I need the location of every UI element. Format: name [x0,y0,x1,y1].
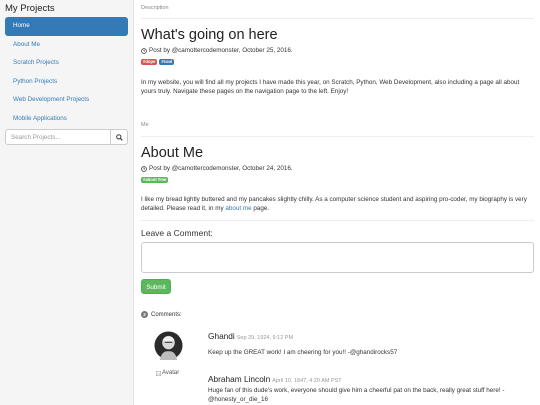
post-title: About Me [141,145,204,161]
section-label-me: Me [141,122,149,128]
comments-header: 2 Comments: [141,311,182,318]
sidebar-item-python-projects[interactable]: Python Projects [5,73,128,92]
avatar-alt-text: Avatar [162,370,180,376]
sidebar: My Projects Home About Me Scratch Projec… [0,0,134,405]
post-meta: Post by @camottercodemonster, October 25… [141,47,293,54]
tag-badge: #about #me [141,177,169,183]
post-body-text: I like my bread lightly buttered and my … [141,196,527,212]
post-meta-text: Post by @camottercodemonster, October 25… [149,47,293,54]
comments-count-badge: 2 [141,311,148,318]
comments-label: Comments: [151,311,182,318]
comment-textarea[interactable] [141,242,534,273]
sidebar-title: My Projects [5,3,55,14]
post-meta: Post by @camottercodemonster, October 24… [141,165,293,172]
comment-author: Abraham Lincoln [208,374,271,384]
post-body-text: page. [251,205,270,212]
search-group [5,129,128,145]
tag-list: #dope #cool [141,59,175,65]
comment-date: April 10, 1847, 4:20 AM PST [272,378,342,384]
submit-button[interactable]: Submit [141,279,171,294]
sidebar-item-about-me[interactable]: About Me [5,36,128,55]
sidebar-item-web-development-projects[interactable]: Web Development Projects [5,91,128,110]
comment-author: Ghandi [208,331,235,341]
broken-image-icon [156,370,161,376]
comment-header: Ghandi Sep 29, 1924, 9:12 PM [208,331,293,341]
comment-item: Avatar Abraham Lincoln April 10, 1847, 4:… [154,370,534,405]
comment-header: Abraham Lincoln April 10, 1847, 4:20 AM P… [208,374,342,384]
avatar [154,331,183,360]
post-body: I like my bread lightly buttered and my … [141,195,534,213]
search-input[interactable] [5,129,111,145]
sidebar-nav: Home About Me Scratch Projects Python Pr… [0,17,133,128]
tag-badge: #dope [141,59,158,65]
clock-icon [141,47,147,54]
post-meta-text: Post by @camottercodemonster, October 24… [149,165,293,172]
post-title: What's going on here [141,27,278,43]
comment-item: Ghandi Sep 29, 1924, 9:12 PM Keep up the … [154,331,534,363]
avatar: Avatar [156,370,179,376]
search-button[interactable] [111,129,128,145]
sidebar-item-home[interactable]: Home [5,17,128,36]
tag-list: #about #me [141,177,169,183]
post-body: In my website, you will find all my proj… [141,79,520,95]
search-icon [115,133,123,141]
section-label-description: Description [141,5,169,11]
main-content: Description What's going on here Post by… [141,0,534,405]
comment-text: Huge fan of this dude's work, everyone s… [208,387,505,403]
sidebar-item-mobile-applications[interactable]: Mobile Applications [5,110,128,129]
divider [141,220,534,221]
clock-icon [141,165,147,172]
comment-form-heading: Leave a Comment: [141,228,213,238]
about-me-link[interactable]: about me [225,205,251,212]
sidebar-item-scratch-projects[interactable]: Scratch Projects [5,54,128,73]
comment-text: Keep up the GREAT work! I am cheering fo… [208,349,398,356]
divider [141,18,534,19]
comment-date: Sep 29, 1924, 9:12 PM [236,335,294,341]
divider [141,136,534,137]
tag-badge: #cool [159,59,175,65]
